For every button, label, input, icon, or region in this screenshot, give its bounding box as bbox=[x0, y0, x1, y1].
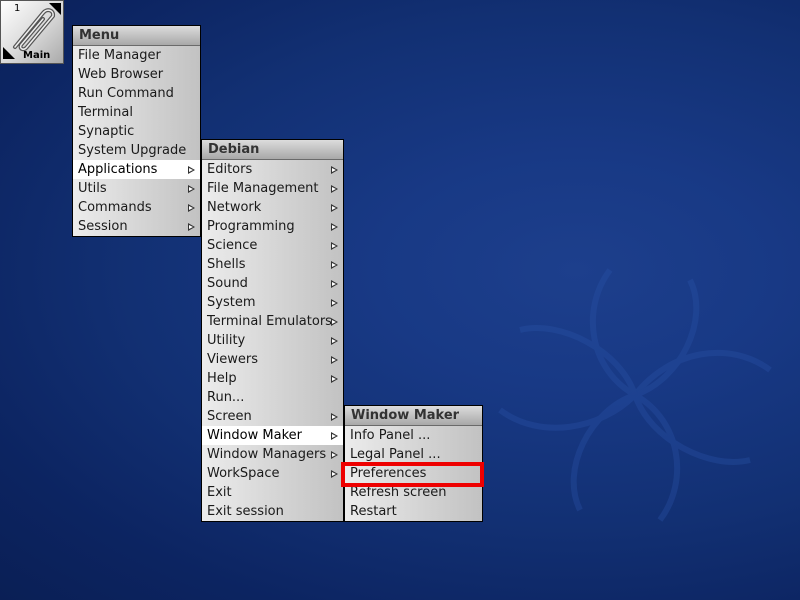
menu-item-label: Terminal Emulators bbox=[207, 314, 332, 329]
menu-item-label: Help bbox=[207, 371, 237, 386]
menu-item-label: File Management bbox=[207, 181, 319, 196]
menu-item-label: Window Managers bbox=[207, 447, 327, 462]
menu-item-synaptic[interactable]: Synaptic bbox=[73, 122, 200, 141]
menu-item-label: Window Maker bbox=[207, 428, 302, 443]
menu-item-screen[interactable]: Screen bbox=[202, 407, 343, 426]
menu-item-utility[interactable]: Utility bbox=[202, 331, 343, 350]
submenu-arrow-icon bbox=[188, 223, 195, 231]
menu-item-label: Info Panel ... bbox=[350, 428, 431, 443]
menu-item-label: Screen bbox=[207, 409, 252, 424]
menu-item-run-command[interactable]: Run Command bbox=[73, 84, 200, 103]
menu-item-terminal-emulators[interactable]: Terminal Emulators bbox=[202, 312, 343, 331]
menu-item-workspace[interactable]: WorkSpace bbox=[202, 464, 343, 483]
dock-label: Main bbox=[23, 50, 51, 61]
menu-item-commands[interactable]: Commands bbox=[73, 198, 200, 217]
menu-item-exit[interactable]: Exit bbox=[202, 483, 343, 502]
window-maker-menu-title[interactable]: Window Maker bbox=[345, 406, 482, 426]
submenu-arrow-icon bbox=[331, 470, 338, 478]
menu-item-label: Programming bbox=[207, 219, 295, 234]
submenu-arrow-icon bbox=[331, 299, 338, 307]
debian-menu-title[interactable]: Debian bbox=[202, 140, 343, 160]
menu-item-label: Network bbox=[207, 200, 262, 215]
submenu-arrow-icon bbox=[188, 166, 195, 174]
menu-item-label: Sound bbox=[207, 276, 248, 291]
main-menu-title[interactable]: Menu bbox=[73, 26, 200, 46]
menu-item-label: Web Browser bbox=[78, 67, 164, 82]
submenu-arrow-icon bbox=[331, 185, 338, 193]
menu-item-window-managers[interactable]: Window Managers bbox=[202, 445, 343, 464]
menu-item-applications[interactable]: Applications bbox=[73, 160, 200, 179]
menu-item-web-browser[interactable]: Web Browser bbox=[73, 65, 200, 84]
menu-item-science[interactable]: Science bbox=[202, 236, 343, 255]
menu-item-label: Commands bbox=[78, 200, 152, 215]
desktop-swirl-logo bbox=[498, 268, 772, 522]
menu-item-terminal[interactable]: Terminal bbox=[73, 103, 200, 122]
menu-item-label: Shells bbox=[207, 257, 246, 272]
submenu-arrow-icon bbox=[331, 261, 338, 269]
menu-item-label: Utils bbox=[78, 181, 107, 196]
submenu-arrow-icon bbox=[331, 223, 338, 231]
submenu-arrow-icon bbox=[331, 356, 338, 364]
menu-item-system[interactable]: System bbox=[202, 293, 343, 312]
menu-item-label: Terminal bbox=[78, 105, 133, 120]
menu-item-system-upgrade[interactable]: System Upgrade bbox=[73, 141, 200, 160]
main-menu: Menu File Manager Web Browser Run Command T… bbox=[72, 25, 201, 237]
paperclip-icon bbox=[13, 8, 56, 52]
highlight-box bbox=[341, 462, 484, 487]
menu-item-sound[interactable]: Sound bbox=[202, 274, 343, 293]
submenu-arrow-icon bbox=[331, 242, 338, 250]
menu-item-label: Science bbox=[207, 238, 258, 253]
menu-item-programming[interactable]: Programming bbox=[202, 217, 343, 236]
menu-item-label: Editors bbox=[207, 162, 253, 177]
menu-item-network[interactable]: Network bbox=[202, 198, 343, 217]
menu-item-exit-session[interactable]: Exit session bbox=[202, 502, 343, 521]
menu-item-file-management[interactable]: File Management bbox=[202, 179, 343, 198]
menu-item-help[interactable]: Help bbox=[202, 369, 343, 388]
menu-item-label: Applications bbox=[78, 162, 158, 177]
menu-item-info-panel[interactable]: Info Panel ... bbox=[345, 426, 482, 445]
menu-item-label: System Upgrade bbox=[78, 143, 187, 158]
menu-item-label: Run... bbox=[207, 390, 245, 405]
menu-item-run[interactable]: Run... bbox=[202, 388, 343, 407]
menu-item-session[interactable]: Session bbox=[73, 217, 200, 236]
menu-item-label: Utility bbox=[207, 333, 246, 348]
menu-item-label: Restart bbox=[350, 504, 397, 519]
submenu-arrow-icon bbox=[331, 432, 338, 440]
submenu-arrow-icon bbox=[331, 337, 338, 345]
menu-item-viewers[interactable]: Viewers bbox=[202, 350, 343, 369]
menu-item-shells[interactable]: Shells bbox=[202, 255, 343, 274]
debian-menu: Debian Editors File Management Network Prog… bbox=[201, 139, 344, 522]
dock-main-icon[interactable]: 1 Main bbox=[0, 0, 64, 64]
menu-item-label: File Manager bbox=[78, 48, 161, 63]
menu-item-label: WorkSpace bbox=[207, 466, 280, 481]
menu-item-label: Refresh screen bbox=[350, 485, 447, 500]
menu-item-utils[interactable]: Utils bbox=[73, 179, 200, 198]
submenu-arrow-icon bbox=[331, 166, 338, 174]
submenu-arrow-icon bbox=[188, 185, 195, 193]
menu-item-label: Viewers bbox=[207, 352, 258, 367]
menu-item-restart[interactable]: Restart bbox=[345, 502, 482, 521]
submenu-arrow-icon bbox=[331, 318, 338, 326]
menu-item-label: System bbox=[207, 295, 256, 310]
menu-item-file-manager[interactable]: File Manager bbox=[73, 46, 200, 65]
menu-item-window-maker[interactable]: Window Maker bbox=[202, 426, 343, 445]
menu-item-label: Run Command bbox=[78, 86, 174, 101]
submenu-arrow-icon bbox=[188, 204, 195, 212]
submenu-arrow-icon bbox=[331, 451, 338, 459]
menu-item-label: Legal Panel ... bbox=[350, 447, 441, 462]
menu-item-label: Synaptic bbox=[78, 124, 135, 139]
menu-item-label: Exit bbox=[207, 485, 232, 500]
menu-item-editors[interactable]: Editors bbox=[202, 160, 343, 179]
submenu-arrow-icon bbox=[331, 204, 338, 212]
submenu-arrow-icon bbox=[331, 280, 338, 288]
menu-item-label: Exit session bbox=[207, 504, 284, 519]
menu-item-label: Session bbox=[78, 219, 128, 234]
submenu-arrow-icon bbox=[331, 375, 338, 383]
submenu-arrow-icon bbox=[331, 413, 338, 421]
